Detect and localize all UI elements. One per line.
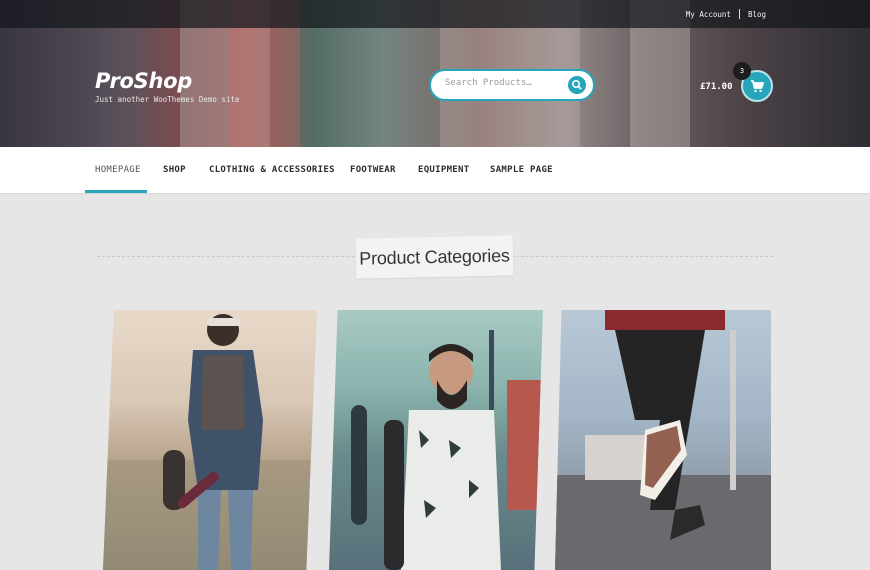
site-tagline: Just another WooThemes Demo site — [95, 95, 240, 104]
nav-item-equipment[interactable]: EQUIPMENT — [418, 147, 469, 193]
nav-item-shop[interactable]: SHOP — [163, 147, 186, 193]
cart-count-badge: 3 — [733, 62, 751, 80]
nav-item-footwear[interactable]: FOOTWEAR — [350, 147, 396, 193]
category-card-image[interactable] — [329, 310, 543, 570]
search-input[interactable] — [445, 78, 565, 88]
secondary-nav: My Account Blog — [686, 9, 766, 19]
top-bar: My Account Blog — [0, 0, 870, 28]
category-card-image[interactable] — [555, 310, 771, 570]
search-button[interactable] — [568, 76, 586, 94]
nav-item-homepage[interactable]: HOMEPAGE — [95, 147, 141, 193]
product-search — [429, 69, 595, 101]
search-icon — [572, 80, 582, 90]
skater-man-photo — [351, 330, 543, 570]
nav-item-sample-page[interactable]: SAMPLE PAGE — [490, 147, 553, 193]
site-branding: ProShop Just another WooThemes Demo site — [95, 70, 240, 104]
active-nav-indicator — [85, 190, 147, 193]
skater-woman-photo — [103, 314, 317, 570]
my-account-link[interactable]: My Account — [686, 10, 731, 19]
skater-shoes-photo — [555, 310, 771, 570]
site-title[interactable]: ProShop — [95, 70, 240, 92]
cart-total[interactable]: £71.00 — [700, 82, 733, 92]
section-title: Product Categories — [355, 235, 514, 279]
nav-item-clothing-accessories[interactable]: CLOTHING & ACCESSORIES — [209, 147, 335, 193]
blog-link[interactable]: Blog — [748, 10, 766, 19]
main-navigation: HOMEPAGE SHOP CLOTHING & ACCESSORIES FOO… — [0, 147, 870, 194]
link-divider — [738, 9, 740, 19]
category-card-image[interactable] — [103, 310, 317, 570]
